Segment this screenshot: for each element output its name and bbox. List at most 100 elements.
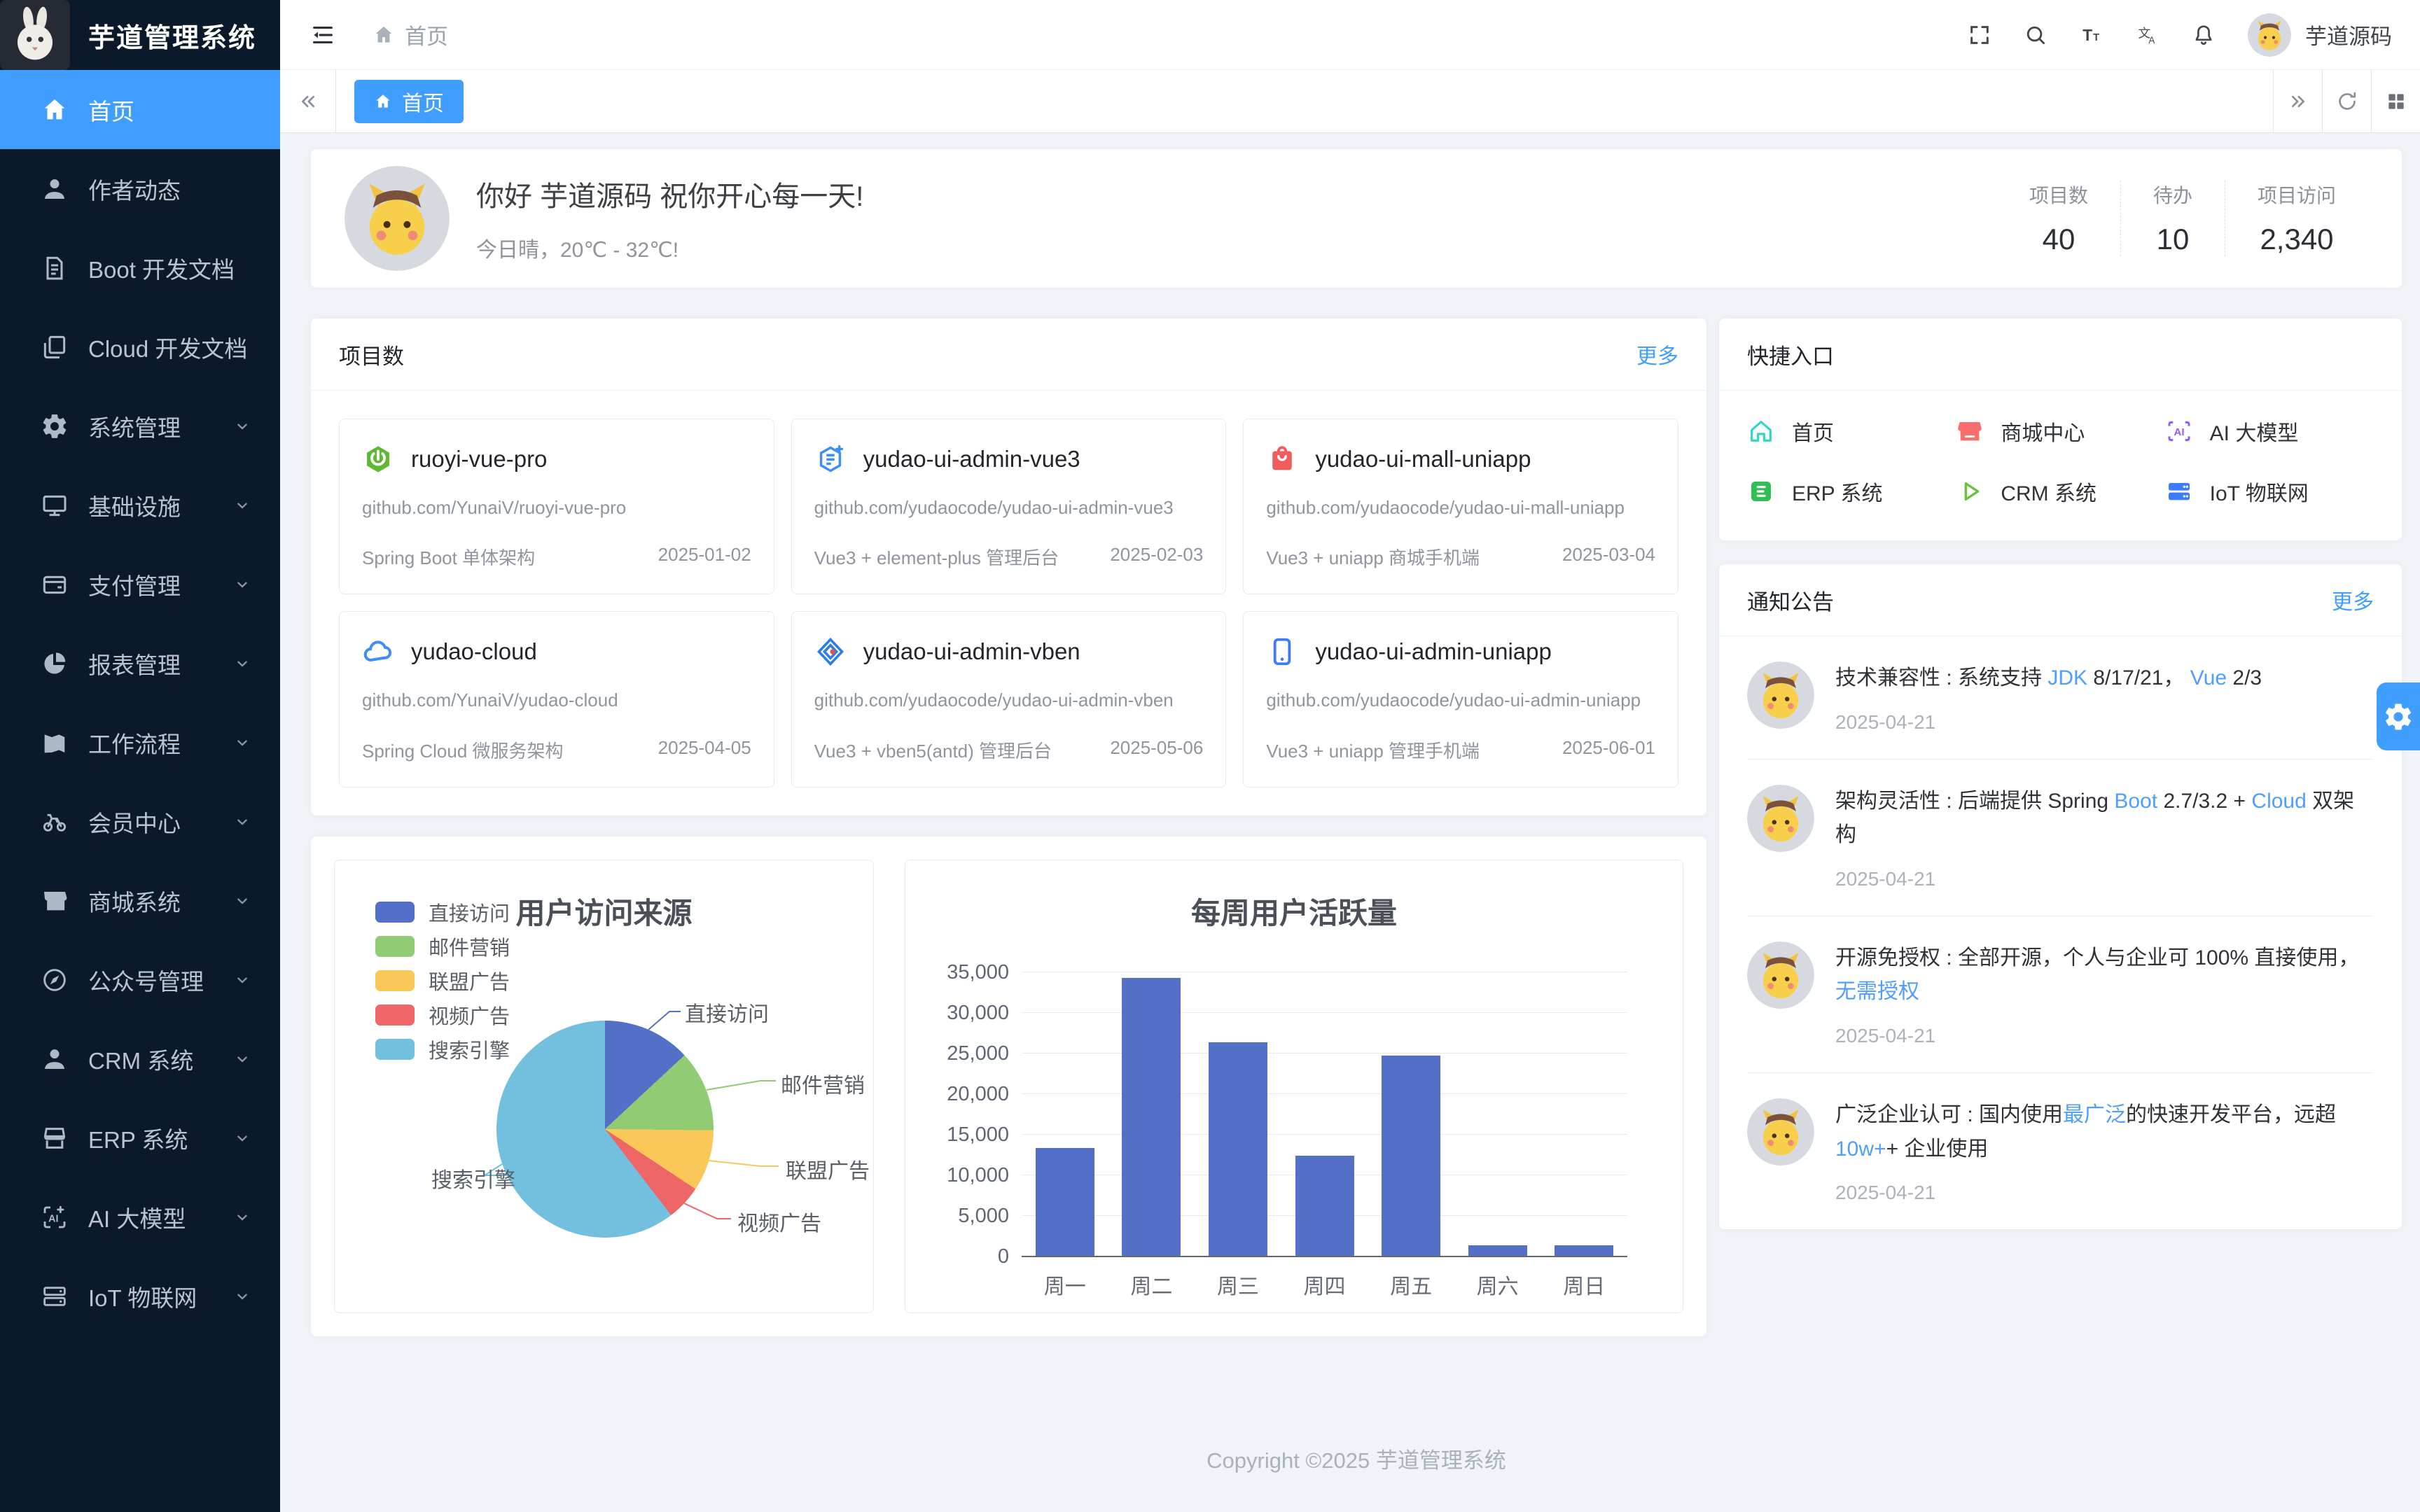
legend-item-3[interactable]: 视频广告 bbox=[375, 998, 510, 1032]
pie-label-4: 搜索引擎 bbox=[375, 1163, 515, 1194]
shortcut-1[interactable]: 商城中心 bbox=[1956, 416, 2164, 447]
shortcut-4[interactable]: CRM 系统 bbox=[1956, 476, 2164, 507]
legend-item-0[interactable]: 直接访问 bbox=[375, 895, 510, 930]
sidebar-item-8[interactable]: 工作流程 bbox=[0, 703, 280, 782]
y-tick-label: 5,000 bbox=[911, 1205, 1009, 1228]
legend-label: 联盟广告 bbox=[429, 966, 510, 995]
sidebar-item-14[interactable]: AIAI 大模型 bbox=[0, 1177, 280, 1256]
bar-周五[interactable] bbox=[1382, 1056, 1440, 1256]
project-card-5[interactable]: yudao-ui-admin-uniappgithub.com/yudaocod… bbox=[1243, 611, 1678, 787]
project-desc: Vue3 + element-plus 管理后台 bbox=[814, 544, 1059, 570]
shortcut-3[interactable]: ERP 系统 bbox=[1747, 476, 1956, 507]
pie-chart[interactable] bbox=[496, 1021, 714, 1238]
sidebar-item-10[interactable]: 商城系统 bbox=[0, 861, 280, 940]
notice-item-2[interactable]: 开源免授权 : 全部开源，个人与企业可 100% 直接使用，无需授权2025-0… bbox=[1747, 916, 2374, 1073]
sidebar-item-0[interactable]: 首页 bbox=[0, 70, 280, 149]
sidebar-item-12[interactable]: CRM 系统 bbox=[0, 1019, 280, 1098]
notice-item-3[interactable]: 广泛企业认可 : 国内使用最广泛的快速开发平台，远超 10w++ 企业使用202… bbox=[1747, 1073, 2374, 1229]
notice-link[interactable]: 无需授权 bbox=[1835, 980, 1919, 1003]
tab-home[interactable]: 首页 bbox=[354, 80, 464, 123]
notice-text: 广泛企业认可 : 国内使用 bbox=[1835, 1103, 2063, 1126]
settings-float-button[interactable] bbox=[2377, 682, 2420, 750]
legend-item-1[interactable]: 邮件营销 bbox=[375, 930, 510, 964]
sidebar-item-label: Boot 开发文档 bbox=[88, 251, 252, 285]
header-user-name[interactable]: 芋道源码 bbox=[2305, 19, 2392, 50]
shortcut-2[interactable]: AIAI 大模型 bbox=[2165, 416, 2374, 447]
legend-item-2[interactable]: 联盟广告 bbox=[375, 964, 510, 998]
sidebar-item-15[interactable]: IoT 物联网 bbox=[0, 1256, 280, 1336]
notices-panel: 通知公告 更多 技术兼容性 : 系统支持 JDK 8/17/21， Vue 2/… bbox=[1719, 564, 2402, 1229]
tabs-scroll-right-button[interactable] bbox=[2273, 70, 2322, 132]
vben-icon bbox=[814, 636, 847, 668]
bar-周一[interactable] bbox=[1036, 1148, 1094, 1256]
bar-周日[interactable] bbox=[1555, 1245, 1613, 1256]
sidebar-item-5[interactable]: 基础设施 bbox=[0, 465, 280, 545]
chevron-down-icon bbox=[232, 1128, 252, 1148]
stat-value: 40 bbox=[2029, 223, 2088, 256]
notice-item-0[interactable]: 技术兼容性 : 系统支持 JDK 8/17/21， Vue 2/32025-04… bbox=[1747, 636, 2374, 760]
svg-text:T: T bbox=[2082, 25, 2092, 43]
bar-周六[interactable] bbox=[1468, 1245, 1527, 1256]
project-card-4[interactable]: yudao-ui-admin-vbengithub.com/yudaocode/… bbox=[791, 611, 1227, 787]
project-card-2[interactable]: yudao-ui-mall-uniappgithub.com/yudaocode… bbox=[1243, 419, 1678, 594]
sidebar-item-2[interactable]: Boot 开发文档 bbox=[0, 228, 280, 307]
sidebar-item-label: 工作流程 bbox=[88, 726, 213, 760]
stat-value: 2,340 bbox=[2258, 223, 2336, 256]
project-card-1[interactable]: yudao-ui-admin-vue3github.com/yudaocode/… bbox=[791, 419, 1227, 594]
sidebar-item-13[interactable]: ERP 系统 bbox=[0, 1098, 280, 1177]
sidebar-item-3[interactable]: Cloud 开发文档 bbox=[0, 307, 280, 386]
language-icon[interactable]: 文A bbox=[2136, 23, 2160, 47]
bar-周四[interactable] bbox=[1295, 1156, 1354, 1256]
erp-icon bbox=[1747, 477, 1775, 505]
shortcuts-panel-title: 快捷入口 bbox=[1747, 339, 1834, 370]
shortcut-5[interactable]: IoT 物联网 bbox=[2165, 476, 2374, 507]
documents-icon bbox=[41, 333, 69, 361]
sidebar-item-6[interactable]: 支付管理 bbox=[0, 545, 280, 624]
shortcut-label: 商城中心 bbox=[2001, 416, 2085, 447]
chevron-down-icon bbox=[232, 733, 252, 752]
notice-link[interactable]: 10w+ bbox=[1835, 1138, 1886, 1161]
notice-item-1[interactable]: 架构灵活性 : 后端提供 Spring Boot 2.7/3.2 + Cloud… bbox=[1747, 760, 2374, 916]
sidebar-item-11[interactable]: 公众号管理 bbox=[0, 940, 280, 1019]
font-size-icon[interactable]: TT bbox=[2080, 23, 2103, 47]
fullscreen-icon[interactable] bbox=[1968, 23, 1991, 47]
projects-more-link[interactable]: 更多 bbox=[1636, 339, 1678, 370]
bar-周三[interactable] bbox=[1209, 1042, 1267, 1256]
sidebar-item-label: ERP 系统 bbox=[88, 1121, 213, 1155]
notice-link[interactable]: 最广泛 bbox=[2063, 1103, 2126, 1126]
user-avatar[interactable] bbox=[2248, 13, 2291, 57]
spring-icon bbox=[362, 443, 394, 475]
tabs-scroll-left-button[interactable] bbox=[280, 70, 336, 132]
notice-link[interactable]: JDK bbox=[2047, 666, 2087, 690]
sidebar-item-9[interactable]: 会员中心 bbox=[0, 782, 280, 861]
search-icon[interactable] bbox=[2024, 23, 2047, 47]
app-logo[interactable]: 芋道管理系统 bbox=[0, 0, 280, 70]
bell-icon[interactable] bbox=[2192, 23, 2216, 47]
phone-icon bbox=[1266, 636, 1298, 668]
bar-周二[interactable] bbox=[1122, 978, 1181, 1256]
shortcut-0[interactable]: 首页 bbox=[1747, 416, 1956, 447]
mall-bag-icon bbox=[1266, 443, 1298, 475]
gridline bbox=[1022, 1053, 1627, 1054]
breadcrumb[interactable]: 首页 bbox=[373, 19, 448, 50]
legend-item-4[interactable]: 搜索引擎 bbox=[375, 1032, 510, 1067]
notices-more-link[interactable]: 更多 bbox=[2332, 584, 2374, 615]
menu-fold-icon[interactable] bbox=[310, 22, 336, 48]
sidebar-item-1[interactable]: 作者动态 bbox=[0, 149, 280, 228]
notice-link[interactable]: Boot bbox=[2114, 790, 2157, 813]
project-url: github.com/yudaocode/yudao-ui-admin-vben bbox=[814, 687, 1204, 713]
tab-refresh-button[interactable] bbox=[2322, 70, 2371, 132]
sidebar-item-4[interactable]: 系统管理 bbox=[0, 386, 280, 465]
project-card-3[interactable]: yudao-cloudgithub.com/YunaiV/yudao-cloud… bbox=[339, 611, 774, 787]
welcome-avatar bbox=[345, 166, 450, 271]
sidebar-item-7[interactable]: 报表管理 bbox=[0, 624, 280, 703]
breadcrumb-label: 首页 bbox=[405, 19, 448, 50]
pie-label-0: 直接访问 bbox=[685, 997, 769, 1028]
notice-link[interactable]: Vue bbox=[2190, 666, 2227, 690]
bar-x-axis: 周一周二周三周四周五周六周日 bbox=[1022, 1269, 1627, 1300]
tab-layout-button[interactable] bbox=[2371, 70, 2420, 132]
sidebar-menu: 首页作者动态 Boot 开发文档 Cloud 开发文档系统管理基础设施支付管理报表管… bbox=[0, 70, 280, 1336]
project-card-0[interactable]: ruoyi-vue-progithub.com/YunaiV/ruoyi-vue… bbox=[339, 419, 774, 594]
notice-link[interactable]: Cloud bbox=[2251, 790, 2306, 813]
chevron-down-icon bbox=[232, 812, 252, 832]
